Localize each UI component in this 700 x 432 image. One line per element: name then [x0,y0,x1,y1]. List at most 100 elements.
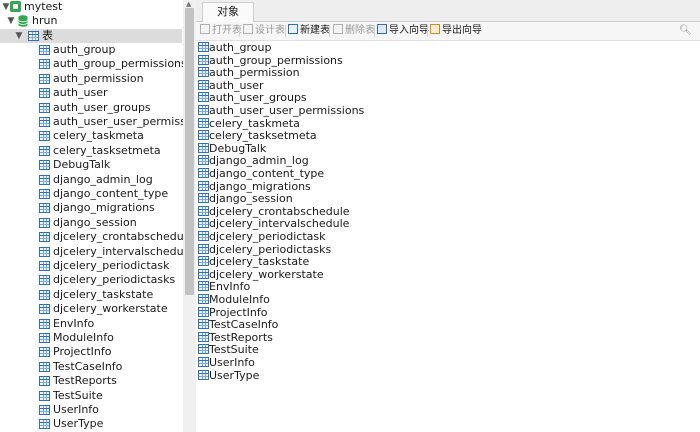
object-label: auth_group_permissions [209,53,343,67]
object-item[interactable]: django_session [196,192,326,205]
open-table-icon [200,24,210,34]
tree-table-item[interactable]: djcelery_crontabschedule [0,230,194,244]
tree-table-label: djcelery_taskstate [53,287,154,301]
table-icon [39,390,50,401]
tree-table-item[interactable]: TestCaseInfo [0,360,182,374]
object-item[interactable]: ModuleInfo [196,293,326,306]
table-icon [198,306,209,317]
object-item[interactable]: djcelery_periodictask [196,230,326,243]
toolbar-divider [374,25,375,37]
table-icon [198,105,209,115]
table-icon [198,231,209,241]
object-item[interactable]: ProjectInfo [196,306,326,319]
new-table-button[interactable]: 新建表 [288,24,330,38]
search-icon[interactable]: 🔍︎ [679,25,692,36]
chevron-up-icon[interactable]: ▲ [186,0,191,8]
object-item[interactable]: UserType [196,369,326,382]
tree-tables-node[interactable]: ▼ 表 [0,29,182,43]
tree-table-item[interactable]: django_content_type [0,187,182,201]
table-icon [198,54,209,65]
object-item[interactable]: TestReports [196,331,326,344]
tree-table-item[interactable]: ModuleInfo [0,331,182,345]
tab-objects[interactable]: 对象 [202,2,254,22]
table-icon [39,160,50,171]
object-item[interactable]: auth_user_user_permissions [196,104,364,117]
object-item[interactable]: DebugTalk [196,142,326,155]
table-icon [198,281,209,292]
tree-table-item[interactable]: celery_tasksetmeta [0,144,182,158]
tree-table-label: auth_user_user_permissions [53,115,196,128]
tree-table-item[interactable]: djcelery_periodictasks [0,273,182,287]
table-icon [39,361,50,372]
tree-table-item[interactable]: auth_permission [0,72,182,86]
object-item[interactable]: djcelery_periodictasks [196,243,331,256]
tree-table-item[interactable]: djcelery_periodictask [0,259,182,273]
tree-table-item[interactable]: djcelery_taskstate [0,288,182,302]
chevron-down-icon[interactable]: ▼ [6,14,16,28]
connection-icon [10,1,21,12]
open-table-button[interactable]: 打开表 [200,24,242,38]
object-item[interactable]: auth_group_permissions [196,54,343,67]
object-item[interactable]: djcelery_intervalschedule [196,217,349,230]
import-wizard-button[interactable]: 导入向导 [377,24,429,38]
object-item[interactable]: django_content_type [196,167,326,180]
tree-table-item[interactable]: auth_group [0,43,182,57]
design-table-button[interactable]: 设计表 [243,24,285,38]
table-icon [39,73,50,84]
object-item[interactable]: auth_group [196,41,326,54]
object-item[interactable]: auth_permission [196,66,326,79]
tree-connection[interactable]: ▼ mytest [0,0,182,14]
object-item[interactable]: EnvInfo [196,280,326,293]
tree-table-label: django_migrations [53,201,155,215]
design-table-label: 设计表 [255,25,285,36]
main-panel: 对象 打开表 设计表 新建表 删除表 导入向导 导出向导 🔍︎ auth_gro… [196,0,700,432]
delete-table-button[interactable]: 删除表 [333,24,375,38]
tree-table-item[interactable]: djcelery_workerstate [0,302,182,316]
delete-table-label: 删除表 [345,25,375,36]
chevron-down-icon[interactable]: ▼ [14,29,24,43]
object-item[interactable]: celery_taskmeta [196,117,326,130]
tree-database[interactable]: ▼ hrun [0,14,182,28]
scrollbar-thumb[interactable] [185,8,194,295]
toolbar-divider [427,25,428,37]
tree-table-item[interactable]: auth_group_permissions [0,57,187,71]
tree-table-label: auth_user [53,86,108,100]
table-icon [198,205,209,216]
table-icon [198,180,209,191]
table-icon [39,174,50,185]
object-item[interactable]: djcelery_crontabschedule [196,205,350,218]
tree-table-item[interactable]: django_admin_log [0,173,182,187]
tree-table-item[interactable]: djcelery_intervalschedule [0,245,193,259]
export-wizard-button[interactable]: 导出向导 [430,24,482,38]
table-icon [198,294,209,304]
object-item[interactable]: TestSuite [196,343,326,356]
object-item[interactable]: UserInfo [196,356,326,369]
table-icon [39,318,50,329]
tree-table-item[interactable]: DebugTalk [0,158,182,172]
object-item[interactable]: TestCaseInfo [196,318,326,331]
database-label: hrun [32,14,58,27]
object-item[interactable]: djcelery_workerstate [196,268,326,281]
tree-table-item[interactable]: EnvInfo [0,317,182,331]
object-item[interactable]: djcelery_taskstate [196,255,326,268]
tree-table-item[interactable]: UserInfo [0,403,182,417]
tree-table-item[interactable]: auth_user_groups [0,101,182,115]
tree-table-item[interactable]: auth_user_user_permissions [0,115,196,129]
tree-table-item[interactable]: TestReports [0,374,182,388]
tree-table-item[interactable]: django_migrations [0,201,182,215]
object-item[interactable]: auth_user [196,79,326,92]
object-item[interactable]: django_migrations [196,180,326,193]
connection-label: mytest [24,0,63,13]
object-item[interactable]: celery_tasksetmeta [196,129,326,142]
tree-table-item[interactable]: django_session [0,216,182,230]
object-item[interactable]: django_admin_log [196,154,326,167]
object-item[interactable]: auth_user_groups [196,91,326,104]
navigator-scrollbar[interactable]: ▲ [183,0,196,432]
tree-table-item[interactable]: celery_taskmeta [0,129,182,143]
tree-table-item[interactable]: ProjectInfo [0,345,182,359]
tree-table-item[interactable]: TestSuite [0,389,182,403]
tree-table-item[interactable]: UserType [0,417,182,431]
tree-table-label: celery_taskmeta [53,129,144,143]
import-icon [377,24,387,34]
tree-table-item[interactable]: auth_user [0,86,182,100]
